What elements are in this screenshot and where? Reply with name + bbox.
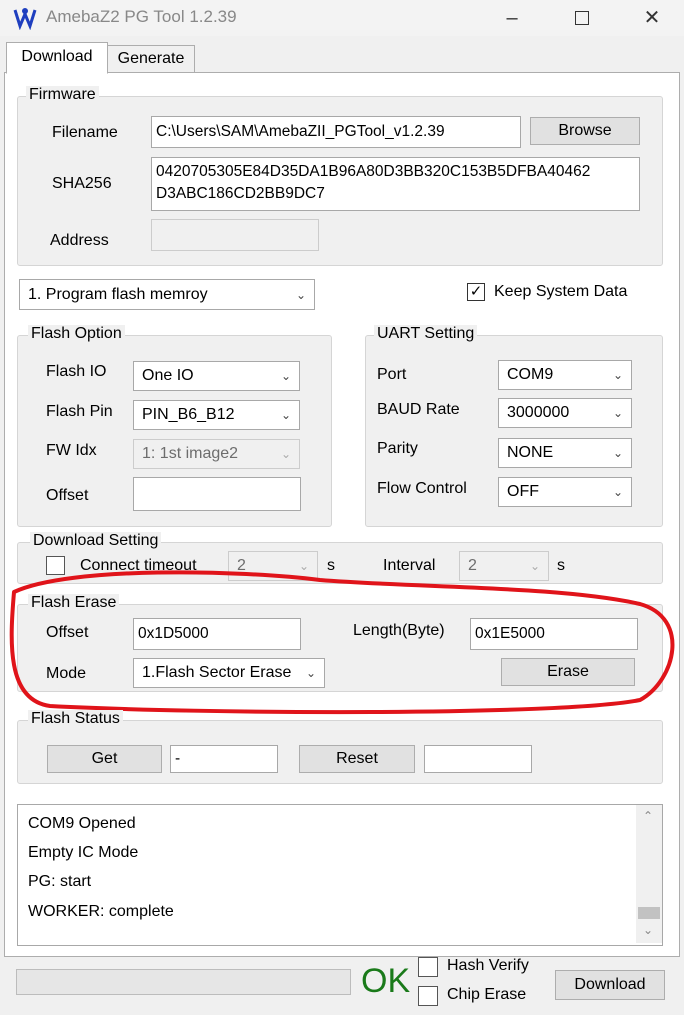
status-ok-label: OK xyxy=(361,962,411,1000)
parity-label: Parity xyxy=(377,440,418,457)
fw-idx-select[interactable]: 1: 1st image2 ⌄ xyxy=(133,439,300,469)
flow-control-label: Flow Control xyxy=(377,480,467,497)
sha256-line-2: D3ABC186CD2BB9DC7 xyxy=(156,185,325,202)
filename-value: C:\Users\SAM\AmebaZII_PGTool_v1.2.39 xyxy=(156,123,445,140)
chevron-down-icon: ⌄ xyxy=(612,446,623,460)
log-line: COM9 Opened xyxy=(28,815,136,832)
app-logo-icon xyxy=(13,8,37,30)
port-label: Port xyxy=(377,366,407,383)
flash-io-label: Flash IO xyxy=(46,363,107,380)
get-button[interactable]: Get xyxy=(47,745,162,773)
progress-bar xyxy=(16,969,351,995)
chevron-down-icon: ⌄ xyxy=(612,368,623,382)
close-icon: ✕ xyxy=(643,7,661,29)
checkmark-icon: ✓ xyxy=(469,283,483,300)
parity-select[interactable]: NONE ⌄ xyxy=(498,438,632,468)
parity-value: NONE xyxy=(507,444,554,461)
chevron-down-icon: ⌄ xyxy=(280,447,291,461)
tab-generate[interactable]: Generate xyxy=(107,45,195,73)
baud-rate-select[interactable]: 3000000 ⌄ xyxy=(498,398,632,428)
minimize-icon: – xyxy=(506,7,518,29)
maximize-icon xyxy=(575,11,589,25)
baud-rate-value: 3000000 xyxy=(507,404,570,421)
flash-io-value: One IO xyxy=(142,367,194,384)
keep-system-data-checkbox[interactable]: ✓ xyxy=(467,283,485,301)
flash-option-group-label: Flash Option xyxy=(28,325,125,343)
flow-control-select[interactable]: OFF ⌄ xyxy=(498,477,632,507)
sha256-line-1: 0420705305E84D35DA1B96A80D3BB320C153B5DF… xyxy=(156,163,591,180)
log-line: WORKER: complete xyxy=(28,903,174,920)
firmware-group-label: Firmware xyxy=(26,86,99,104)
program-mode-value: 1. Program flash memroy xyxy=(28,286,208,303)
hash-verify-checkbox[interactable] xyxy=(418,957,438,977)
log-scrollbar[interactable]: ⌃ ⌄ xyxy=(636,805,662,943)
reset-value-field[interactable] xyxy=(424,745,532,773)
chevron-down-icon: ⌄ xyxy=(612,485,623,499)
baud-rate-label: BAUD Rate xyxy=(377,401,460,418)
maximize-button[interactable] xyxy=(562,4,602,32)
flash-io-select[interactable]: One IO ⌄ xyxy=(133,361,300,391)
chip-erase-label: Chip Erase xyxy=(447,986,527,1003)
log-line: PG: start xyxy=(28,873,92,890)
filename-label: Filename xyxy=(52,124,118,141)
sha256-field[interactable]: 0420705305E84D35DA1B96A80D3BB320C153B5DF… xyxy=(151,157,640,211)
download-setting-group-label: Download Setting xyxy=(30,532,162,550)
scrollbar-thumb[interactable] xyxy=(638,907,660,919)
log-output[interactable]: COM9 Opened Empty IC Mode PG: start WORK… xyxy=(17,804,663,946)
chevron-down-icon: ⌄ xyxy=(280,408,291,422)
port-value: COM9 xyxy=(507,366,554,383)
get-value-field[interactable]: - xyxy=(170,745,278,773)
flash-pin-label: Flash Pin xyxy=(46,403,113,420)
uart-setting-group-label: UART Setting xyxy=(374,325,478,343)
reset-button[interactable]: Reset xyxy=(299,745,415,773)
title-bar: AmebaZ2 PG Tool 1.2.39 – ✕ xyxy=(0,0,684,36)
window-title: AmebaZ2 PG Tool 1.2.39 xyxy=(46,7,237,26)
chevron-down-icon: ⌄ xyxy=(280,369,291,383)
fw-idx-label: FW Idx xyxy=(46,442,97,459)
log-line: Empty IC Mode xyxy=(28,844,139,861)
program-mode-select[interactable]: 1. Program flash memroy ⌄ xyxy=(19,279,315,310)
hash-verify-label: Hash Verify xyxy=(447,957,529,974)
flash-status-group-label: Flash Status xyxy=(28,710,123,728)
scroll-up-icon[interactable]: ⌃ xyxy=(643,809,653,823)
sha256-label: SHA256 xyxy=(52,175,112,192)
flash-offset-label: Offset xyxy=(46,487,89,504)
keep-system-data-label: Keep System Data xyxy=(494,283,628,300)
chevron-down-icon: ⌄ xyxy=(612,406,623,420)
port-select[interactable]: COM9 ⌄ xyxy=(498,360,632,390)
close-button[interactable]: ✕ xyxy=(632,4,672,32)
browse-button[interactable]: Browse xyxy=(530,117,640,145)
flash-pin-select[interactable]: PIN_B6_B12 ⌄ xyxy=(133,400,300,430)
scroll-down-icon[interactable]: ⌄ xyxy=(643,923,653,937)
fw-idx-value: 1: 1st image2 xyxy=(142,445,239,462)
red-circle-annotation xyxy=(9,570,675,715)
tab-download[interactable]: Download xyxy=(6,42,108,74)
address-label: Address xyxy=(50,232,109,249)
filename-field[interactable]: C:\Users\SAM\AmebaZII_PGTool_v1.2.39 xyxy=(151,116,521,148)
flash-pin-value: PIN_B6_B12 xyxy=(142,406,235,423)
flash-offset-field[interactable] xyxy=(133,477,301,511)
download-button[interactable]: Download xyxy=(555,970,665,1000)
chevron-down-icon: ⌄ xyxy=(295,288,306,302)
flow-control-value: OFF xyxy=(507,483,539,500)
address-field[interactable] xyxy=(151,219,319,251)
chip-erase-checkbox[interactable] xyxy=(418,986,438,1006)
minimize-button[interactable]: – xyxy=(492,4,532,32)
